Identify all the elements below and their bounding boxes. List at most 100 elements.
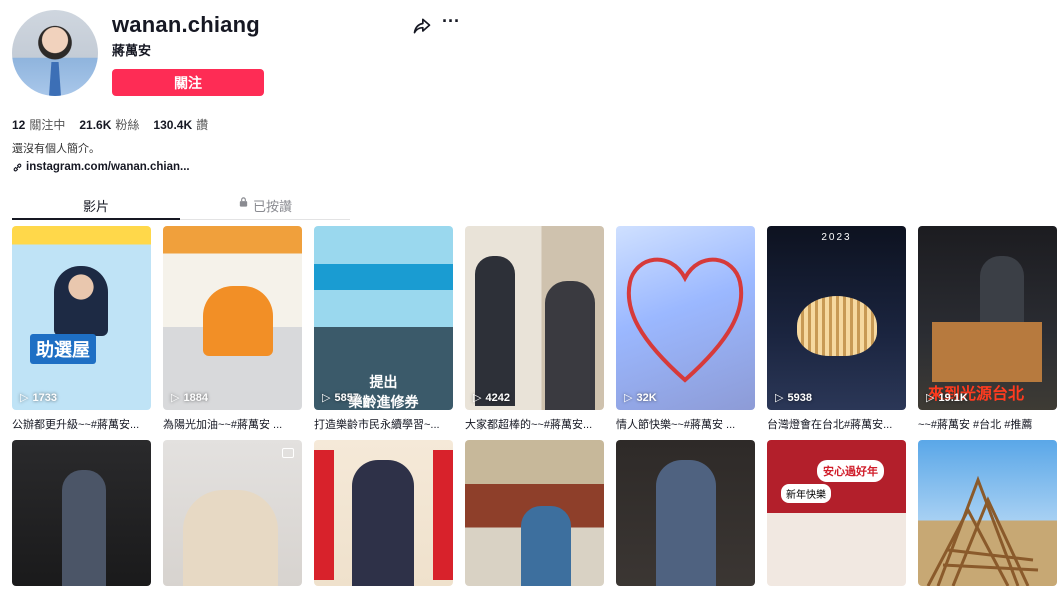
video-card[interactable]: 助選屋 ▷ 1733 公辦都更升級~~#蔣萬安... <box>12 226 151 440</box>
video-card[interactable] <box>314 440 453 586</box>
video-thumbnail[interactable]: ▷ 4242 <box>465 226 604 410</box>
video-card[interactable] <box>616 440 755 586</box>
play-icon: ▷ <box>926 392 935 404</box>
video-thumbnail[interactable]: ▷ 1884 <box>163 226 302 410</box>
video-grid: 助選屋 ▷ 1733 公辦都更升級~~#蔣萬安... ▷ 1884 為陽光加油~~#… <box>12 226 1057 586</box>
video-card[interactable]: 安心過好年 新年快樂 <box>767 440 906 586</box>
play-icon: ▷ <box>624 392 633 404</box>
view-count: ▷ 4242 <box>473 391 510 405</box>
video-thumbnail[interactable] <box>616 440 755 586</box>
stat-value: 21.6K <box>79 118 112 132</box>
thumbnail-person <box>545 281 595 410</box>
video-thumbnail[interactable]: 來到光源台北 ▷ 19.1K <box>918 226 1057 410</box>
tab-divider <box>180 219 350 220</box>
video-caption[interactable]: 公辦都更升級~~#蔣萬安... <box>12 410 151 440</box>
thumbnail-person <box>203 286 273 356</box>
video-caption[interactable]: 大家都超棒的~~#蔣萬安... <box>465 410 604 440</box>
video-card[interactable] <box>163 440 302 586</box>
couplet-right <box>433 450 453 580</box>
thumbnail-person <box>521 506 571 586</box>
video-thumbnail[interactable]: 2023 ▷ 5938 <box>767 226 906 410</box>
view-count-value: 1733 <box>32 391 57 404</box>
video-thumbnail[interactable]: 提出 樂齡進修券 ▷ 5857 <box>314 226 453 410</box>
profile-stats: 12 關注中 21.6K 粉絲 130.4K 讚 <box>12 116 208 133</box>
video-caption[interactable]: 情人節快樂~~#蔣萬安 ... <box>616 410 755 440</box>
video-thumbnail[interactable] <box>918 440 1057 586</box>
profile-page: wanan.chiang 蔣萬安 關注 ··· 12 關注中 21.6K 粉絲 13… <box>0 0 1060 596</box>
video-thumbnail[interactable]: 安心過好年 新年快樂 <box>767 440 906 586</box>
view-count: ▷ 19.1K <box>926 391 968 405</box>
video-thumbnail[interactable]: 助選屋 ▷ 1733 <box>12 226 151 410</box>
heart-icon <box>626 257 744 383</box>
link-icon <box>13 163 22 171</box>
avatar[interactable] <box>12 10 98 96</box>
video-card[interactable] <box>465 440 604 586</box>
play-icon: ▷ <box>20 392 29 404</box>
thumbnail-person <box>183 490 278 586</box>
thumbnail-text: 新年快樂 <box>781 484 831 503</box>
stat-value: 130.4K <box>153 118 193 132</box>
thumbnail-person <box>62 470 106 586</box>
view-count-value: 32K <box>636 391 657 404</box>
stat-label: 讚 <box>196 118 209 132</box>
lock-icon <box>239 197 248 207</box>
thumbnail-banner <box>314 264 453 290</box>
play-icon: ▷ <box>775 392 784 404</box>
view-count-value: 5938 <box>787 391 812 404</box>
thumbnail-text: 2023 <box>821 232 852 243</box>
thumbnail-person <box>656 460 716 586</box>
play-icon: ▷ <box>473 392 482 404</box>
thumbnail-text: 助選屋 <box>30 334 96 364</box>
likes-count: 130.4K 讚 <box>153 116 208 133</box>
view-count: ▷ 32K <box>624 391 657 405</box>
video-thumbnail[interactable] <box>163 440 302 586</box>
thumbnail-person <box>475 256 515 406</box>
video-card[interactable]: ▷ 32K 情人節快樂~~#蔣萬安 ... <box>616 226 755 440</box>
bio: 還沒有個人簡介。 <box>12 143 100 155</box>
stat-label: 粉絲 <box>115 118 140 132</box>
thumbnail-person <box>980 256 1024 326</box>
thumbnail-person <box>54 266 108 336</box>
lantern-dome <box>797 296 877 356</box>
video-thumbnail[interactable] <box>465 440 604 586</box>
video-card[interactable] <box>12 440 151 586</box>
view-count: ▷ 5938 <box>775 391 812 405</box>
video-card[interactable]: ▷ 1884 為陽光加油~~#蔣萬安 ... <box>163 226 302 440</box>
video-caption[interactable]: 為陽光加油~~#蔣萬安 ... <box>163 410 302 440</box>
video-card[interactable]: ▷ 4242 大家都超棒的~~#蔣萬安... <box>465 226 604 440</box>
podium <box>932 322 1042 382</box>
video-caption[interactable]: 台灣燈會在台北#蔣萬安... <box>767 410 906 440</box>
video-card[interactable]: 2023 ▷ 5938 台灣燈會在台北#蔣萬安... <box>767 226 906 440</box>
view-count: ▷ 5857 <box>322 391 359 405</box>
video-caption[interactable]: ~~#蔣萬安 #台北 #推薦 <box>918 410 1057 440</box>
more-options-icon[interactable]: ··· <box>441 12 461 34</box>
follow-button[interactable]: 關注 <box>112 69 264 96</box>
view-count-value: 5857 <box>334 391 359 404</box>
video-thumbnail[interactable] <box>314 440 453 586</box>
video-card[interactable]: 來到光源台北 ▷ 19.1K ~~#蔣萬安 #台北 #推薦 <box>918 226 1057 440</box>
couplet-left <box>314 450 334 580</box>
video-caption[interactable]: 打造樂齡市民永續學習~... <box>314 410 453 440</box>
thumbnail-text: 安心過好年 <box>817 460 884 482</box>
video-card[interactable] <box>918 440 1057 586</box>
view-count: ▷ 1884 <box>171 391 208 405</box>
view-count-value: 19.1K <box>938 391 968 404</box>
tab-videos[interactable]: 影片 <box>12 196 180 220</box>
stat-value: 12 <box>12 118 26 132</box>
followers-count[interactable]: 21.6K 粉絲 <box>79 116 139 133</box>
stat-label: 關注中 <box>29 118 66 132</box>
username: wanan.chiang <box>112 12 260 37</box>
tab-liked-label: 已按讚 <box>252 199 292 214</box>
share-icon[interactable] <box>412 16 432 36</box>
following-count[interactable]: 12 關注中 <box>12 116 65 133</box>
video-thumbnail[interactable]: ▷ 32K <box>616 226 755 410</box>
sculpture-graphic <box>926 475 1039 586</box>
tab-liked[interactable]: 已按讚 <box>181 196 349 220</box>
photo-icon <box>282 448 294 458</box>
profile-link-text: instagram.com/wanan.chian... <box>26 161 190 173</box>
video-thumbnail[interactable] <box>12 440 151 586</box>
video-card[interactable]: 提出 樂齡進修券 ▷ 5857 打造樂齡市民永續學習~... <box>314 226 453 440</box>
profile-link[interactable]: instagram.com/wanan.chian... <box>12 161 190 173</box>
play-icon: ▷ <box>171 392 180 404</box>
nickname: 蔣萬安 <box>112 43 152 58</box>
